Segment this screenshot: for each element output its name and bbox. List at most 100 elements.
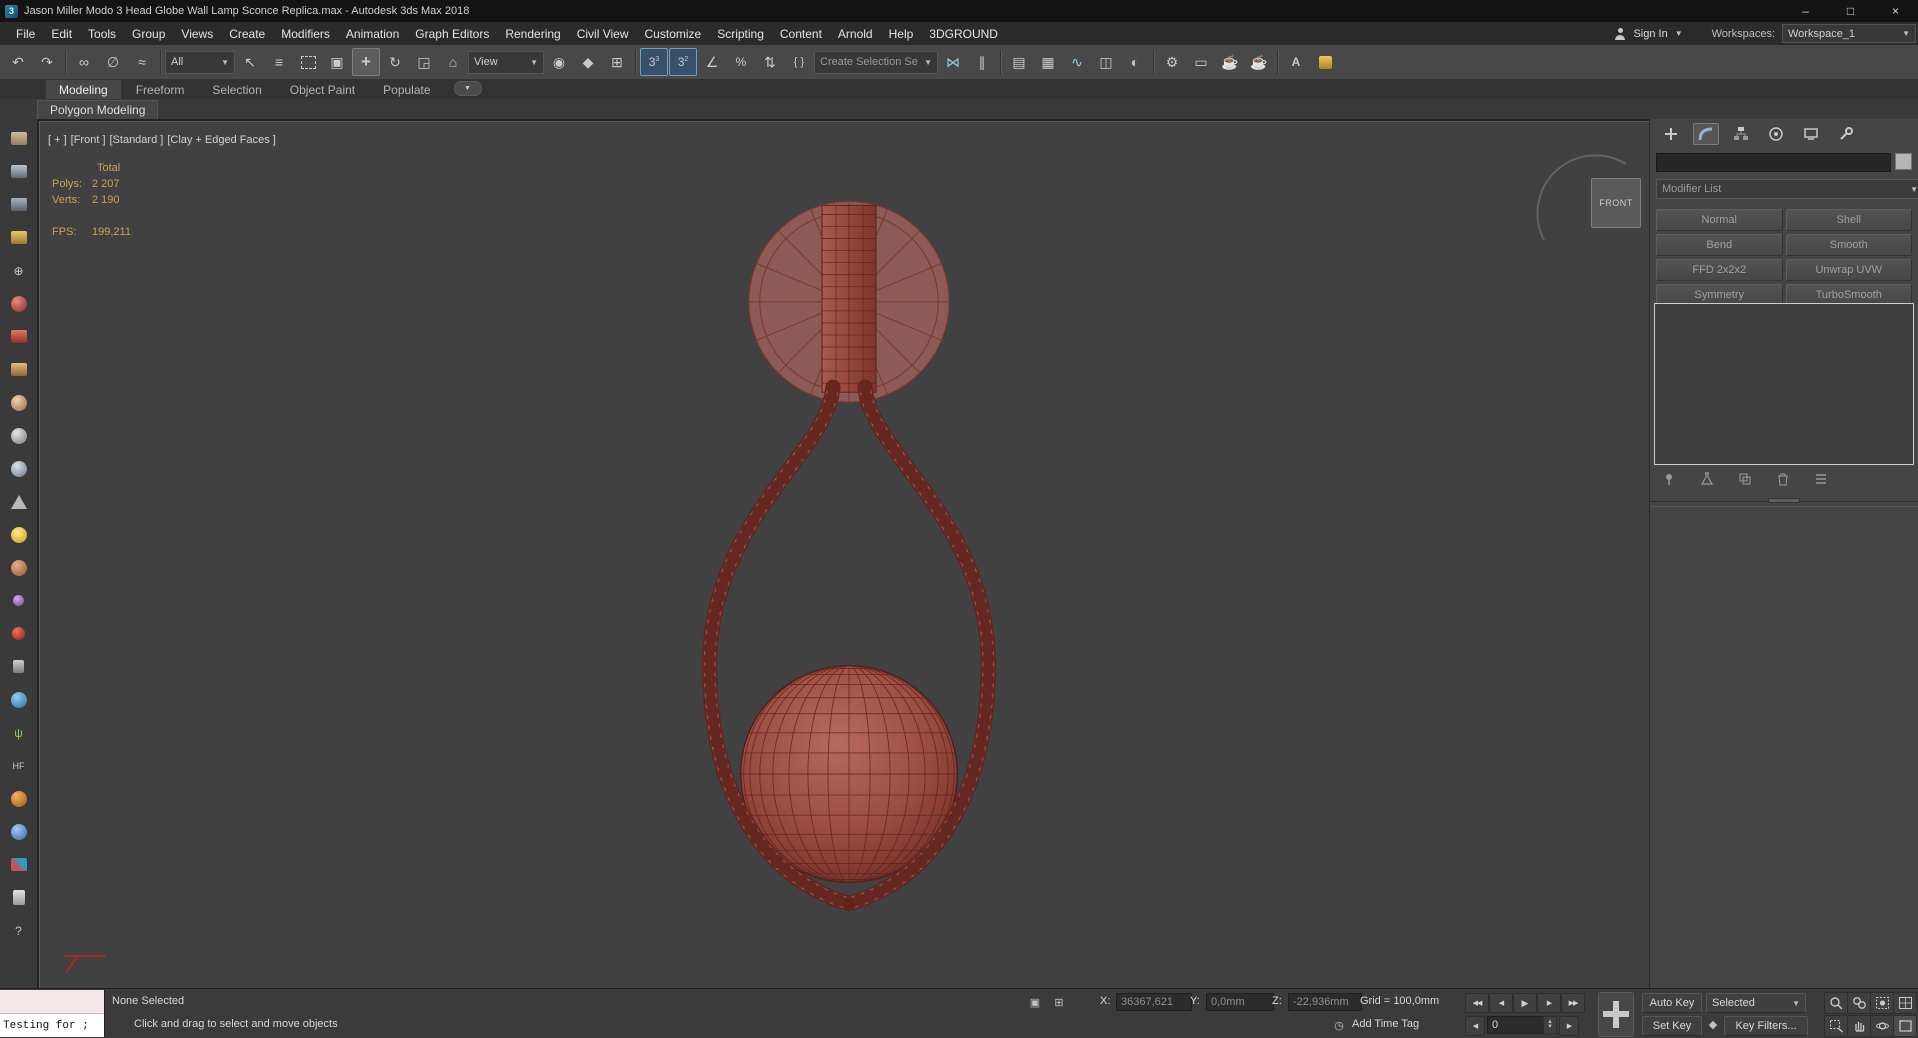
orbit-icon[interactable] [1870, 1015, 1894, 1037]
script-yellow-icon[interactable] [1311, 48, 1339, 76]
render-iterative-icon[interactable]: ☕ [1245, 48, 1273, 76]
figure-icon[interactable] [2, 650, 35, 683]
viewport-front[interactable]: [ + ] [Front ] [Standard ] [Clay + Edged… [39, 121, 1654, 992]
set-keys-button[interactable] [1598, 992, 1634, 1037]
zoom-extents-icon[interactable] [1870, 992, 1894, 1014]
bind-spacewarp-icon[interactable]: ≈ [128, 48, 156, 76]
listener-macro-line[interactable] [0, 990, 104, 1014]
rendered-frame-icon[interactable]: ▭ [1187, 48, 1215, 76]
z-coordinate-field[interactable]: -22,936mm [1288, 993, 1362, 1011]
material-editor-icon[interactable]: ◐ [1121, 48, 1149, 76]
help-icon[interactable]: ? [2, 914, 35, 947]
modifier-button-smooth[interactable]: Smooth [1785, 234, 1912, 256]
clipboard-icon[interactable] [2, 881, 35, 914]
zoom-extents-all-icon[interactable] [1893, 992, 1917, 1014]
earth-icon[interactable] [2, 683, 35, 716]
pin-stack-icon[interactable] [1660, 471, 1678, 487]
align-icon[interactable]: ∥ [968, 48, 996, 76]
utilities-tab-icon[interactable] [1833, 123, 1859, 145]
tab-object-paint[interactable]: Object Paint [277, 80, 368, 99]
grid-panel-icon[interactable] [2, 188, 35, 221]
current-frame-field[interactable]: 0 [1487, 1016, 1551, 1034]
mirror-icon[interactable]: ⋈ [939, 48, 967, 76]
blue-sphere-icon[interactable] [2, 815, 35, 848]
particles-icon[interactable] [2, 584, 35, 617]
tab-freeform[interactable]: Freeform [123, 80, 198, 99]
key-filter-icon[interactable]: ◆ [1704, 1016, 1722, 1032]
sign-in-caret-icon[interactable]: ▼ [1675, 29, 1683, 38]
schematic-view-icon[interactable]: ◫ [1092, 48, 1120, 76]
viewcube-front-face[interactable]: FRONT [1599, 198, 1633, 208]
cone-icon[interactable] [2, 485, 35, 518]
add-time-tag[interactable]: Add Time Tag [1352, 1018, 1419, 1030]
create-tab-icon[interactable] [1658, 123, 1684, 145]
selection-region-icon[interactable] [294, 48, 322, 76]
clay-sphere-icon[interactable] [2, 551, 35, 584]
render-production-icon[interactable]: ☕ [1216, 48, 1244, 76]
menu-content[interactable]: Content [772, 27, 830, 41]
menu-file[interactable]: File [8, 27, 43, 41]
spinner-snap-icon[interactable]: ⇅ [756, 48, 784, 76]
menu-scripting[interactable]: Scripting [709, 27, 772, 41]
key-filters-button[interactable]: Key Filters... [1724, 1016, 1808, 1036]
select-rotate-icon[interactable]: ↻ [381, 48, 409, 76]
display-tab-icon[interactable] [1798, 123, 1824, 145]
hf-tool-icon[interactable]: HF [2, 749, 35, 782]
tab-selection[interactable]: Selection [199, 80, 274, 99]
ribbon-minimize-icon[interactable]: ▼ [453, 81, 482, 96]
spinner-down-icon[interactable]: ▼ [1547, 1024, 1553, 1030]
lamp-stem-cylinder[interactable] [821, 204, 877, 393]
viewport-menu-shading[interactable]: [Clay + Edged Faces ] [167, 134, 276, 146]
menu-views[interactable]: Views [173, 27, 221, 41]
viewport-menu-renderer[interactable]: [Standard ] [110, 134, 164, 146]
red-ball-icon[interactable] [2, 617, 35, 650]
viewport-menu-general[interactable]: [ + ] [48, 134, 67, 146]
remove-modifier-icon[interactable] [1774, 471, 1792, 487]
viewcube[interactable]: FRONT [1591, 178, 1641, 228]
next-key-icon[interactable]: ▶ [1559, 1016, 1579, 1036]
modifier-stack[interactable] [1654, 303, 1914, 465]
go-to-end-icon[interactable]: ▶▶ [1561, 993, 1585, 1013]
named-selection-dropdown[interactable]: Create Selection Se ▼ [814, 50, 938, 74]
render-setup-icon[interactable]: ⚙ [1158, 48, 1186, 76]
menu-arnold[interactable]: Arnold [830, 27, 881, 41]
object-name-field[interactable] [1656, 153, 1891, 172]
menu-edit[interactable]: Edit [43, 27, 80, 41]
coordinate-system-dropdown[interactable]: View ▼ [468, 50, 544, 74]
monitor-icon[interactable] [2, 155, 35, 188]
menu-customize[interactable]: Customize [637, 27, 710, 41]
menu-3dground[interactable]: 3DGROUND [921, 27, 1006, 41]
show-end-result-icon[interactable] [1698, 471, 1716, 487]
snaps-25d-icon[interactable]: 32 [669, 48, 697, 76]
hand-tool-icon[interactable] [2, 122, 35, 155]
zoom-all-icon[interactable] [1847, 992, 1871, 1014]
keyboard-override-icon[interactable]: ⊞ [603, 48, 631, 76]
use-pivot-center-icon[interactable]: ◉ [545, 48, 573, 76]
motion-tab-icon[interactable] [1763, 123, 1789, 145]
angle-snap-icon[interactable]: ∠ [698, 48, 726, 76]
set-key-button[interactable]: Set Key [1642, 1016, 1702, 1036]
configure-modifier-sets-icon[interactable] [1812, 471, 1830, 487]
panel-resize-handle[interactable] [1768, 498, 1800, 503]
selection-lock-icon[interactable]: ⊞ [1050, 994, 1068, 1010]
menu-group[interactable]: Group [124, 27, 173, 41]
menu-help[interactable]: Help [881, 27, 922, 41]
modifier-button-unwrap-uvw[interactable]: Unwrap UVW [1785, 259, 1912, 281]
y-coordinate-field[interactable]: 0,0mm [1206, 993, 1274, 1011]
isolate-selection-icon[interactable]: ▣ [1026, 994, 1044, 1010]
menu-civil-view[interactable]: Civil View [569, 27, 637, 41]
select-move-icon[interactable]: + [352, 48, 380, 76]
frame-spinner[interactable]: ▲ ▼ [1543, 1016, 1557, 1034]
time-tag-icon[interactable]: ◷ [1330, 1017, 1348, 1033]
edit-selection-sets-icon[interactable]: { } [785, 48, 813, 76]
tab-populate[interactable]: Populate [370, 80, 443, 99]
play-icon[interactable]: ▶ [1513, 993, 1537, 1013]
sphere-gray-icon[interactable] [2, 419, 35, 452]
swatch-grid-icon[interactable] [2, 848, 35, 881]
modifier-list-dropdown[interactable]: Modifier List ▼ [1656, 179, 1918, 199]
menu-animation[interactable]: Animation [338, 27, 407, 41]
modifier-button-bend[interactable]: Bend [1656, 234, 1783, 256]
hierarchy-tab-icon[interactable] [1728, 123, 1754, 145]
previous-key-icon[interactable]: ◀ [1465, 1016, 1485, 1036]
zoom-region-icon[interactable] [1824, 1015, 1848, 1037]
